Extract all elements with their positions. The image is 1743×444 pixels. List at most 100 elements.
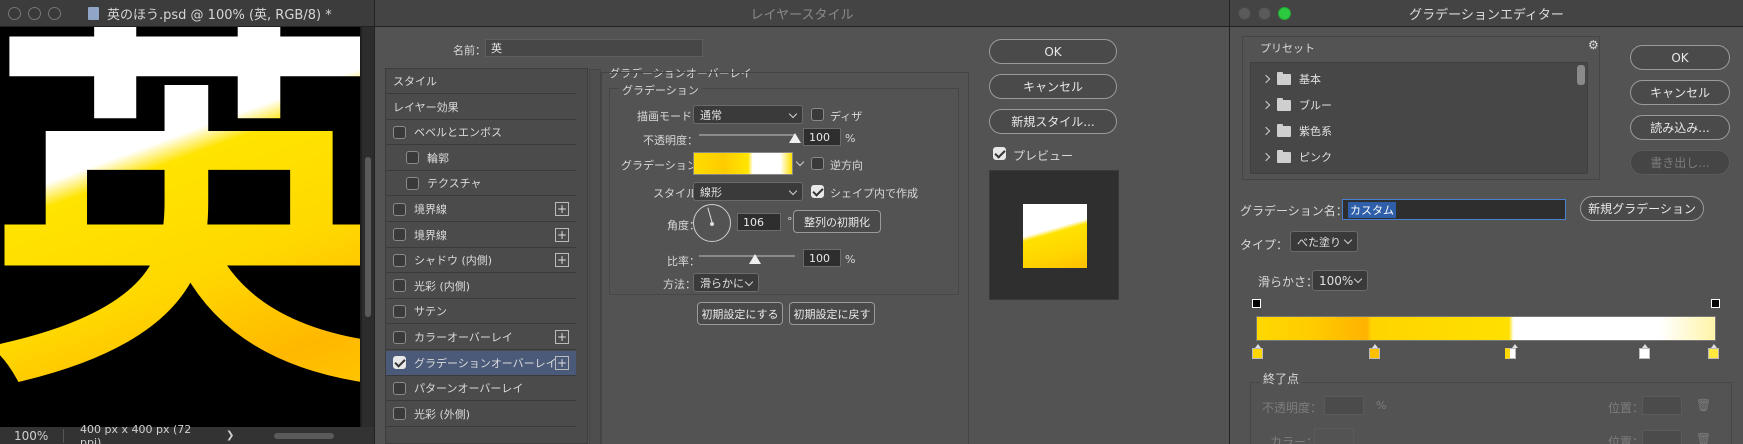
scale-input[interactable]: 100 — [803, 249, 841, 267]
ok-button[interactable]: OK — [989, 39, 1117, 64]
gradient-type-select[interactable]: べた塗り — [1290, 231, 1358, 252]
style-item-checkbox[interactable] — [393, 279, 406, 293]
color-stop-2[interactable] — [1369, 344, 1380, 359]
style-item[interactable]: シャドウ (内側) + — [386, 248, 576, 274]
opacity-location-label: 位置： — [1608, 401, 1645, 415]
chevron-right-icon[interactable] — [1261, 126, 1271, 136]
style-item[interactable]: テクスチャ — [386, 171, 576, 197]
gradient-dropdown-arrow[interactable] — [795, 152, 807, 175]
style-item-checkbox[interactable] — [393, 304, 406, 318]
editor-close-button[interactable] — [1238, 7, 1251, 20]
opacity-slider[interactable] — [699, 134, 795, 136]
add-effect-icon[interactable]: + — [555, 355, 569, 370]
style-item[interactable]: カラーオーバーレイ + — [386, 325, 576, 350]
chevron-right-icon[interactable] — [1261, 74, 1271, 84]
align-with-shape-checkbox[interactable] — [811, 185, 824, 198]
style-item-checkbox[interactable] — [393, 330, 406, 344]
stops-title: 終了点 — [1260, 370, 1303, 387]
gradient-bar[interactable] — [1256, 316, 1716, 341]
style-item-checkbox[interactable] — [393, 228, 406, 242]
chevron-right-icon[interactable] — [1261, 100, 1271, 110]
new-style-button[interactable]: 新規スタイル... — [989, 109, 1117, 134]
presets-scrollbar[interactable] — [1577, 65, 1585, 85]
status-menu-arrow[interactable]: ❯ — [214, 430, 234, 441]
add-effect-icon[interactable]: + — [555, 253, 569, 268]
vertical-scrollbar[interactable] — [362, 27, 374, 427]
preset-folder[interactable]: ピンク — [1261, 147, 1332, 167]
editor-minimize-button[interactable] — [1258, 7, 1271, 20]
preview-label: プレビュー — [1013, 149, 1074, 163]
editor-ok-button[interactable]: OK — [1630, 45, 1730, 70]
style-item[interactable]: グラデーションオーバーレイ + — [386, 350, 576, 376]
opacity-stop-left[interactable] — [1252, 299, 1261, 308]
color-stop-4[interactable] — [1639, 344, 1650, 359]
add-effect-icon[interactable]: + — [555, 202, 569, 216]
make-default-button[interactable]: 初期設定にする — [697, 302, 783, 325]
add-effect-icon[interactable]: + — [555, 227, 569, 242]
opacity-slider-thumb[interactable] — [789, 133, 801, 143]
canvas[interactable]: 英 — [0, 27, 360, 427]
style-item-checkbox[interactable] — [393, 381, 406, 395]
gradient-style-select[interactable]: 線形 — [693, 182, 803, 201]
method-select[interactable]: 滑らかに — [693, 273, 759, 292]
reverse-checkbox[interactable] — [811, 157, 824, 170]
style-item[interactable]: 光彩 (内側) — [386, 274, 576, 299]
style-item-checkbox[interactable] — [406, 151, 419, 165]
load-button[interactable]: 読み込み... — [1630, 115, 1730, 140]
style-list-scrollbar[interactable] — [589, 69, 601, 444]
reset-to-default-button[interactable]: 初期設定に戻す — [789, 302, 875, 325]
new-gradient-button[interactable]: 新規グラデーション — [1580, 196, 1704, 221]
preview-checkbox[interactable] — [993, 147, 1006, 160]
style-item[interactable]: パターンオーバーレイ — [386, 376, 576, 402]
presets-gear-icon[interactable]: ⚙ — [1588, 38, 1599, 52]
presets-list[interactable]: 基本ブルー紫色系ピンク — [1250, 62, 1588, 174]
color-stop-3[interactable] — [1505, 344, 1518, 359]
angle-dial[interactable] — [693, 204, 731, 242]
style-item-checkbox[interactable] — [393, 202, 406, 216]
dither-checkbox[interactable] — [811, 108, 824, 121]
add-effect-icon[interactable]: + — [555, 330, 569, 344]
style-item[interactable]: スタイル — [386, 69, 576, 94]
scroll-thumb[interactable] — [365, 157, 371, 317]
style-item[interactable]: 光彩 (外側) — [386, 402, 576, 427]
smoothness-select[interactable]: 100% — [1312, 270, 1368, 291]
opacity-stop-right[interactable] — [1711, 299, 1720, 308]
opacity-stop-delete-icon: 🗑 — [1696, 398, 1712, 412]
angle-input[interactable]: 106 — [737, 213, 781, 231]
reset-alignment-button[interactable]: 整列の初期化 — [793, 210, 881, 233]
minimize-button[interactable] — [28, 7, 41, 20]
gradient-preview-swatch[interactable] — [693, 152, 793, 175]
horizontal-scroll-thumb[interactable] — [274, 432, 335, 439]
preset-folder[interactable]: 紫色系 — [1261, 121, 1332, 141]
stop-opacity-unit: % — [1376, 399, 1387, 412]
style-item-checkbox[interactable] — [393, 253, 406, 267]
opacity-input[interactable]: 100 — [803, 128, 841, 146]
style-item-checkbox[interactable] — [406, 176, 419, 190]
group-title: グラデーション — [619, 82, 702, 98]
scale-slider-thumb[interactable] — [749, 254, 761, 264]
close-button[interactable] — [8, 7, 21, 20]
color-stop-1[interactable] — [1252, 344, 1263, 359]
style-item[interactable]: レイヤー効果 — [386, 95, 576, 120]
style-item-checkbox[interactable] — [393, 407, 406, 421]
style-item[interactable]: ベベルとエンボス — [386, 120, 576, 146]
style-item[interactable]: 境界線 + — [386, 223, 576, 248]
style-item[interactable]: 輪郭 — [386, 146, 576, 171]
cancel-button[interactable]: キャンセル — [989, 74, 1117, 99]
zoom-level[interactable]: 100% — [0, 428, 64, 443]
style-item-checkbox[interactable] — [393, 356, 406, 370]
style-item[interactable]: サテン — [386, 299, 576, 325]
editor-cancel-button[interactable]: キャンセル — [1630, 80, 1730, 105]
zoom-button[interactable] — [48, 7, 61, 20]
style-item[interactable]: 境界線 + — [386, 197, 576, 222]
blend-mode-select[interactable]: 通常 — [693, 105, 803, 124]
chevron-right-icon[interactable] — [1261, 152, 1271, 162]
layer-name-input[interactable]: 英 — [485, 39, 703, 57]
preset-folder[interactable]: 基本 — [1261, 69, 1321, 89]
style-item-checkbox[interactable] — [393, 125, 406, 139]
gradient-name-input[interactable]: カスタム — [1342, 199, 1566, 220]
scale-slider[interactable] — [699, 255, 795, 257]
color-stop-5[interactable] — [1708, 344, 1719, 359]
preset-folder[interactable]: ブルー — [1261, 95, 1332, 115]
editor-zoom-button[interactable] — [1278, 7, 1291, 20]
